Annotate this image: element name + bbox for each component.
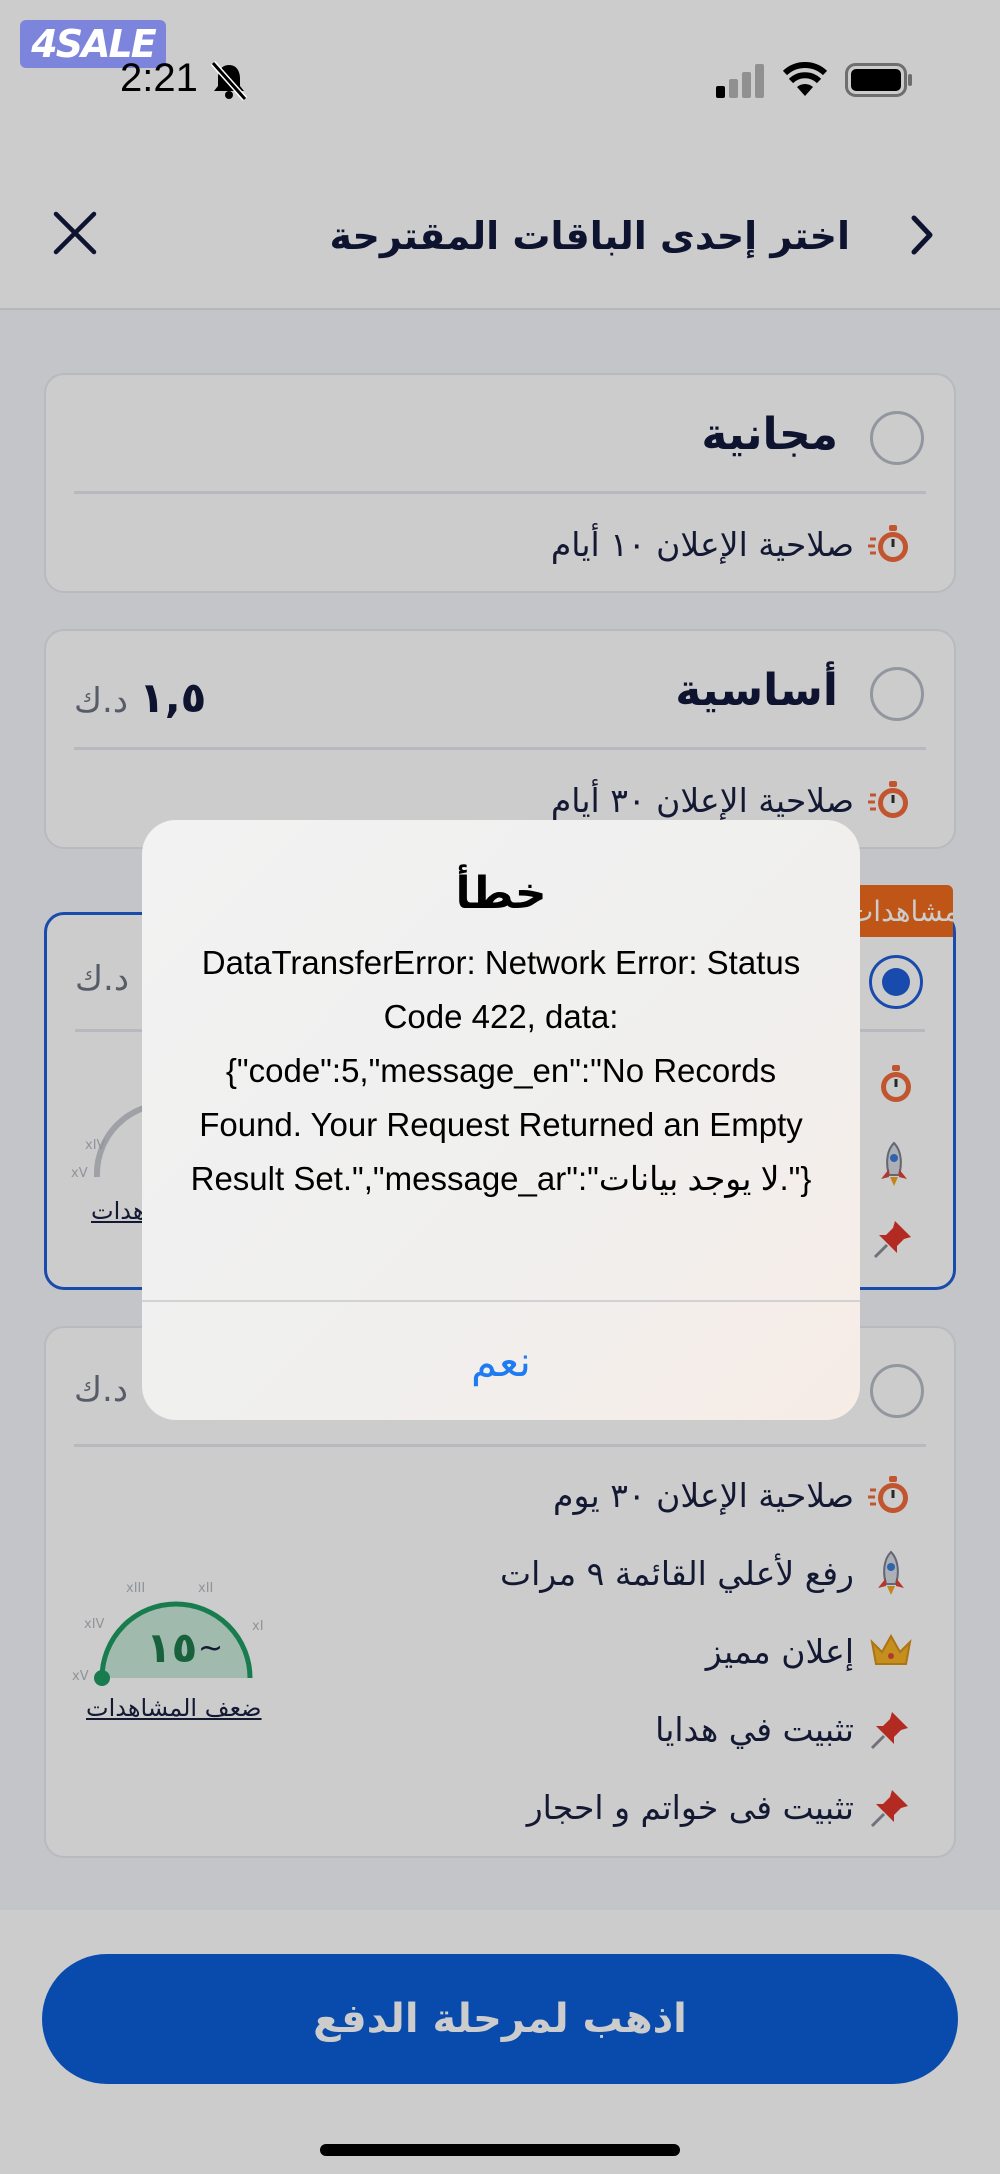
alert-title: خطأ bbox=[455, 868, 547, 919]
error-alert: خطأ DataTransferError: Network Error: St… bbox=[142, 820, 860, 1420]
alert-message: DataTransferError: Network Error: Status… bbox=[190, 944, 812, 1197]
alert-ok-button[interactable]: نعم bbox=[142, 1302, 860, 1420]
bell-off-icon bbox=[211, 61, 247, 101]
status-time: 2:21 bbox=[120, 56, 198, 100]
